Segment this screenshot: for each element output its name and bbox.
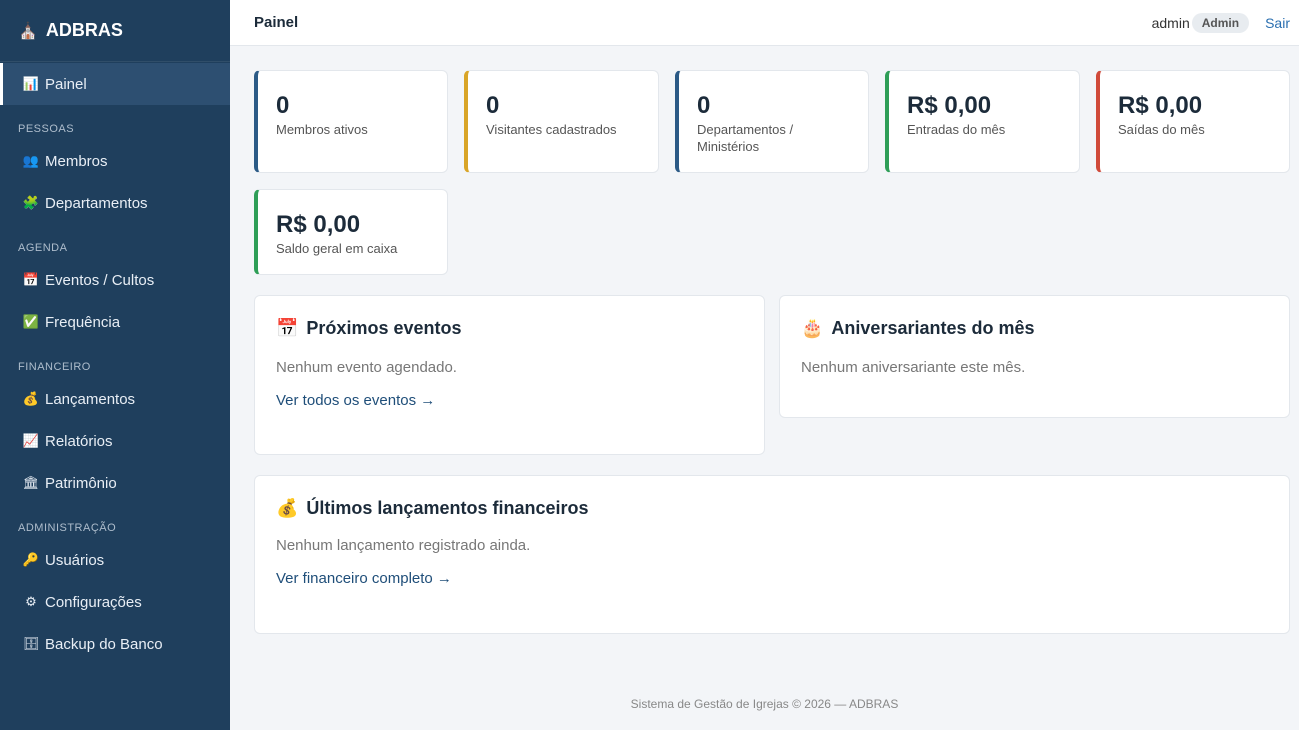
role-badge: Admin [1191, 12, 1250, 33]
stat-label: Departamentos / Ministérios [697, 122, 794, 154]
section-pessoas: PESSOAS [18, 123, 75, 135]
stat-value: 0 [486, 92, 500, 119]
birthdays-card: 🎂 Aniversariantes do mês Nenhum aniversa… [779, 295, 1290, 418]
stat-value: R$ 0,00 [907, 92, 992, 119]
sidebar-item-eventos[interactable]: 📅 Eventos / Cultos [0, 259, 230, 301]
stat-card-saidas: R$ 0,00 Saídas do mês [1096, 70, 1290, 173]
sidebar-item-frequencia[interactable]: ✅ Frequência [0, 301, 230, 343]
upcoming-events-card: 📅 Próximos eventos Nenhum evento agendad… [254, 295, 765, 455]
brand-name: ADBRAS [45, 20, 123, 40]
stat-card-entradas: R$ 0,00 Entradas do mês [885, 70, 1080, 173]
section-administracao: ADMINISTRAÇÃO [18, 522, 117, 534]
sidebar-item-patrimonio[interactable]: 🏛 Patrimônio [0, 462, 230, 504]
sidebar-item-membros[interactable]: 👥 Membros [0, 140, 230, 182]
section-financeiro: FINANCEIRO [18, 361, 91, 373]
stat-label: Saldo geral em caixa [276, 241, 398, 256]
stat-value: 0 [697, 92, 711, 119]
stat-value: 0 [276, 92, 290, 119]
stat-card-visitantes: 0 Visitantes cadastrados [464, 70, 659, 173]
empty-message: Nenhum lançamento registrado ainda. [276, 537, 531, 554]
stat-label: Membros ativos [276, 122, 368, 137]
sidebar-item-backup[interactable]: 🗄 Backup do Banco [0, 623, 230, 665]
stat-value: R$ 0,00 [1118, 92, 1203, 119]
money-bag-icon: 💰 [276, 498, 299, 518]
empty-message: Nenhum aniversariante este mês. [801, 359, 1026, 376]
sidebar-item-painel[interactable]: 📊 Painel [0, 63, 230, 105]
sidebar-item-lancamentos[interactable]: 💰 Lançamentos [0, 378, 230, 420]
stat-card-membros: 0 Membros ativos [254, 70, 448, 173]
bar-chart-icon: 📊 [22, 76, 40, 91]
database-icon: 🗄 [22, 636, 40, 651]
key-icon: 🔑 [22, 552, 40, 567]
card-title-text: Aniversariantes do mês [831, 318, 1035, 338]
card-title-text: Últimos lançamentos financeiros [306, 498, 589, 518]
sidebar-item-label: Configurações [45, 593, 142, 611]
topbar: Painel admin Admin Sair [230, 0, 1299, 46]
puzzle-icon: 🧩 [22, 195, 40, 210]
sidebar-item-usuarios[interactable]: 🔑 Usuários [0, 539, 230, 581]
stat-card-departamentos: 0 Departamentos / Ministérios [675, 70, 869, 173]
page-title: Painel [254, 14, 299, 31]
sidebar-item-label: Lançamentos [45, 390, 136, 408]
sidebar-item-label: Membros [45, 152, 108, 170]
cake-icon: 🎂 [801, 318, 824, 338]
empty-message: Nenhum evento agendado. [276, 359, 457, 376]
section-agenda: AGENDA [18, 242, 68, 254]
card-title: 📅 Próximos eventos [276, 318, 743, 339]
footer: Sistema de Gestão de Igrejas © 2026 — AD… [630, 697, 899, 711]
card-title-text: Próximos eventos [306, 318, 462, 338]
sidebar-item-configuracoes[interactable]: ⚙ Configurações [0, 581, 230, 623]
view-financial-link[interactable]: Ver financeiro completo → [276, 570, 452, 587]
username: admin [1151, 14, 1190, 31]
calendar-icon: 📅 [22, 272, 40, 287]
sidebar-item-label: Frequência [45, 313, 121, 331]
calendar-icon: 📅 [276, 318, 299, 338]
gear-icon: ⚙ [25, 594, 37, 609]
people-icon: 👥 [22, 153, 40, 168]
brand[interactable]: ⛪ ADBRAS [0, 0, 230, 62]
stat-label: Visitantes cadastrados [486, 122, 617, 137]
view-all-events-link[interactable]: Ver todos os eventos → [276, 392, 435, 409]
card-title: 💰 Últimos lançamentos financeiros [276, 498, 1268, 519]
logout-link[interactable]: Sair [1265, 15, 1290, 31]
sidebar-item-label: Departamentos [45, 194, 148, 212]
money-bag-icon: 💰 [22, 391, 40, 406]
sidebar-item-label: Backup do Banco [45, 635, 163, 653]
sidebar-item-label: Patrimônio [45, 474, 117, 492]
sidebar-item-label: Relatórios [45, 432, 113, 450]
sidebar-item-label: Eventos / Cultos [45, 271, 155, 289]
stat-value: R$ 0,00 [276, 211, 361, 238]
sidebar: ⛪ ADBRAS 📊 Painel PESSOAS 👥 Membros 🧩 De… [0, 0, 230, 730]
sidebar-item-departamentos[interactable]: 🧩 Departamentos [0, 182, 230, 224]
card-title: 🎂 Aniversariantes do mês [801, 318, 1268, 339]
financial-entries-card: 💰 Últimos lançamentos financeiros Nenhum… [254, 475, 1290, 634]
trend-chart-icon: 📈 [22, 433, 40, 448]
stat-label: Entradas do mês [907, 122, 1006, 137]
sidebar-item-label: Usuários [45, 551, 105, 569]
sidebar-item-label: Painel [45, 75, 87, 93]
stat-card-saldo: R$ 0,00 Saldo geral em caixa [254, 189, 448, 275]
building-icon: 🏛 [22, 475, 40, 490]
church-icon: ⛪ [18, 22, 38, 40]
stat-label: Saídas do mês [1118, 122, 1205, 137]
checkmark-icon: ✅ [22, 314, 40, 329]
sidebar-item-relatorios[interactable]: 📈 Relatórios [0, 420, 230, 462]
